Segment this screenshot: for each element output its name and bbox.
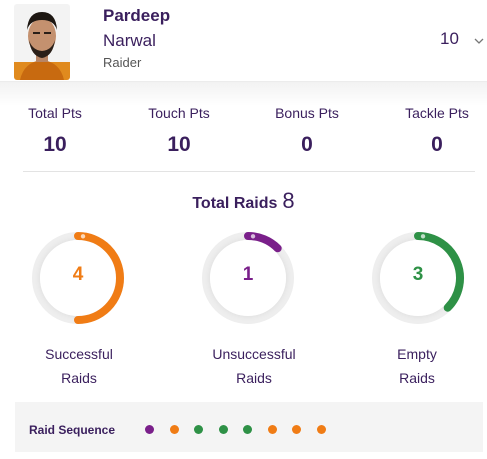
ring-label-line: Raids <box>236 370 272 386</box>
unsuccessful-raids-ring: 1 <box>198 228 298 328</box>
ring-value: 1 <box>242 264 254 285</box>
total-raids-label: Total Raids <box>192 195 278 212</box>
raid-sequence-dot <box>169 425 179 434</box>
ring-start-dot <box>420 234 426 239</box>
raid-sequence-label: Raid Sequence <box>29 423 116 437</box>
stat-value: 0 <box>431 133 443 156</box>
raid-sequence-dot <box>194 425 203 434</box>
stat-tackle-pts: Tackle Pts 0 <box>382 105 487 157</box>
points-stats: Total Pts 10 Touch Pts 10 Bonus Pts 0 Ta… <box>0 105 487 165</box>
empty-raids-ring: 3 <box>368 228 468 328</box>
chevron-down-icon[interactable] <box>474 33 484 44</box>
ring-start-dot <box>80 234 86 239</box>
ring-value: 3 <box>412 264 424 285</box>
raid-sequence-dot <box>243 425 252 434</box>
stat-value: 10 <box>43 133 67 156</box>
raid-sequence-dot <box>218 425 228 434</box>
stat-label: Touch Pts <box>148 105 210 121</box>
stat-label: Tackle Pts <box>405 105 469 121</box>
total-raids-value: 8 <box>282 188 295 213</box>
ring-label-line: Unsuccessful <box>212 346 296 362</box>
ring-start-dot <box>250 234 256 239</box>
ring-label-line: Empty <box>397 346 437 362</box>
stat-value: 0 <box>301 133 313 156</box>
raid-sequence-dot <box>316 425 326 434</box>
ring-value: 4 <box>72 264 84 285</box>
player-last-name: Narwal <box>103 31 156 50</box>
successful-raids-ring: 4 <box>28 228 128 328</box>
stat-total-pts: Total Pts 10 <box>0 105 110 157</box>
stat-bonus-pts: Bonus Pts 0 <box>252 105 362 157</box>
raid-sequence-dot <box>267 425 277 434</box>
stat-label: Bonus Pts <box>275 105 339 121</box>
player-role: Raider <box>103 55 142 70</box>
successful-raids-label: Successful Raids <box>9 342 149 390</box>
ring-label-line: Raids <box>61 370 97 386</box>
player-avatar <box>14 4 70 80</box>
ring-label-line: Raids <box>399 370 435 386</box>
raid-sequence-dot <box>145 425 154 434</box>
player-header: Pardeep Narwal Raider 10 <box>0 0 487 82</box>
header-shadow <box>0 82 487 106</box>
stat-value: 10 <box>167 133 191 156</box>
player-first-name: Pardeep <box>103 6 171 25</box>
divider <box>23 171 475 172</box>
raid-sequence-panel: Raid Sequence <box>15 402 483 452</box>
empty-raids-label: Empty Raids <box>347 342 487 390</box>
player-points: 10 <box>440 29 459 48</box>
stat-label: Total Pts <box>28 105 82 121</box>
ring-label-line: Successful <box>45 346 113 362</box>
total-raids: Total Raids 8 <box>0 188 487 214</box>
unsuccessful-raids-label: Unsuccessful Raids <box>184 342 324 390</box>
raid-sequence-dot <box>292 425 301 434</box>
stat-touch-pts: Touch Pts 10 <box>124 105 234 157</box>
